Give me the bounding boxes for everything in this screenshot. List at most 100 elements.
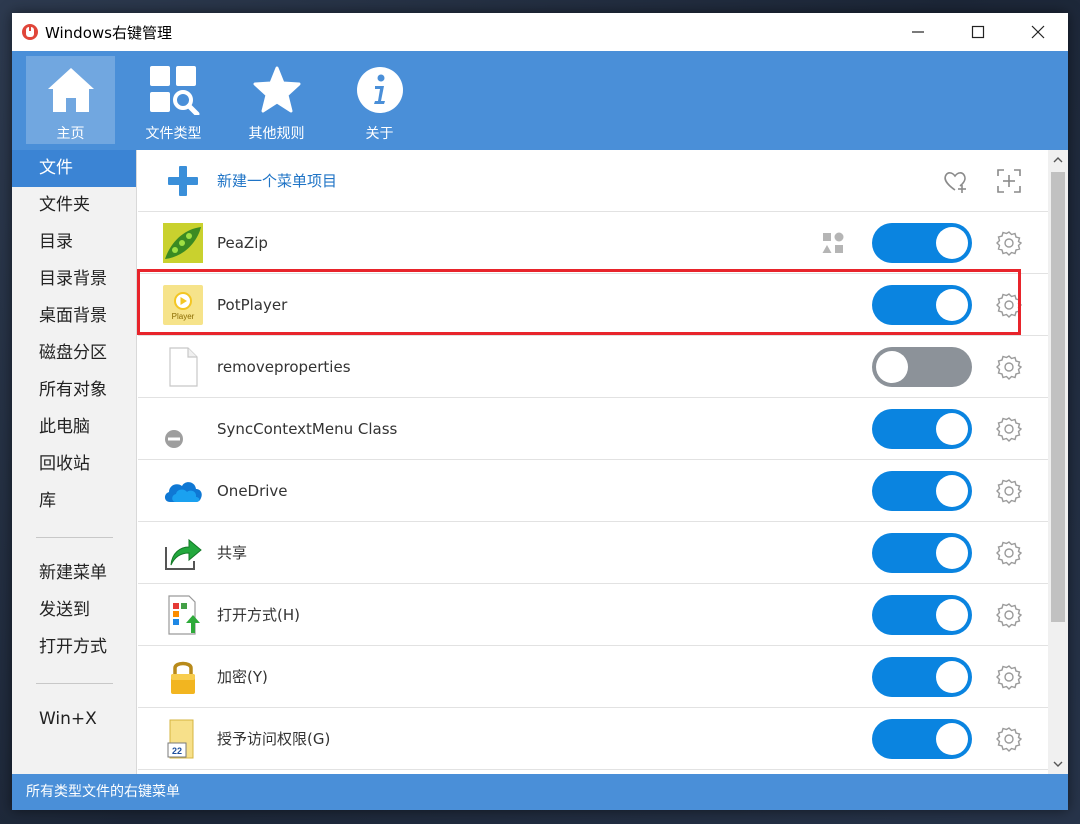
tool-label: 主页 — [56, 126, 85, 142]
shapes-icon[interactable] — [820, 230, 846, 256]
tool-home[interactable]: 主页 — [26, 56, 115, 144]
tool-about[interactable]: 关于 — [335, 56, 424, 144]
enable-toggle[interactable] — [872, 222, 972, 263]
close-button[interactable] — [1008, 13, 1068, 51]
item-label: PeaZip — [217, 233, 268, 252]
peazip-icon — [162, 222, 204, 264]
toggle-knob — [936, 226, 968, 259]
enable-toggle[interactable] — [872, 346, 972, 387]
gear-icon[interactable] — [996, 230, 1022, 256]
toggle-knob — [936, 474, 968, 507]
list-item: OneDrive — [138, 460, 1048, 522]
chevron-down-icon — [1053, 761, 1063, 767]
list-item: 打开方式(H) — [138, 584, 1048, 646]
sidebar-item-directory[interactable]: 目录 — [12, 224, 136, 261]
enable-toggle[interactable] — [872, 532, 972, 573]
potplayer-icon-text: Player — [172, 312, 195, 321]
tool-file-types[interactable]: 文件类型 — [129, 56, 218, 144]
sidebar-divider — [36, 537, 113, 538]
minimize-button[interactable] — [888, 13, 948, 51]
gear-icon[interactable] — [996, 292, 1022, 318]
app-logo-icon — [22, 24, 38, 40]
sidebar-item-win-x[interactable]: Win+X — [12, 701, 136, 738]
item-label: 打开方式(H) — [217, 606, 300, 624]
sidebar-item-new-menu[interactable]: 新建菜单 — [12, 555, 136, 592]
list-item: 共享 — [138, 522, 1048, 584]
info-icon — [354, 64, 406, 116]
sidebar-item-folder[interactable]: 文件夹 — [12, 187, 136, 224]
maximize-button[interactable] — [948, 13, 1008, 51]
list-item: 22 授予访问权限(G) — [138, 708, 1048, 770]
gear-icon[interactable] — [996, 354, 1022, 380]
scroll-down-button[interactable] — [1048, 754, 1068, 774]
vertical-scrollbar[interactable] — [1048, 150, 1068, 774]
title-bar: Windows右键管理 — [12, 13, 1068, 51]
grant-access-icon: 22 — [162, 718, 204, 760]
gear-icon[interactable] — [996, 540, 1022, 566]
open-with-icon — [162, 594, 204, 636]
gear-icon[interactable] — [996, 416, 1022, 442]
scroll-thumb[interactable] — [1051, 172, 1065, 622]
tool-label: 其他规则 — [248, 126, 305, 142]
toggle-knob — [936, 536, 968, 569]
list-item: PeaZip — [138, 212, 1048, 274]
add-plus-icon — [162, 160, 204, 202]
enable-toggle[interactable] — [872, 408, 972, 449]
favorite-add-icon[interactable] — [942, 168, 968, 194]
new-menu-item-label[interactable]: 新建一个菜单项目 — [217, 170, 337, 191]
gear-icon[interactable] — [996, 602, 1022, 628]
close-icon — [1031, 25, 1045, 39]
file-type-search-icon — [148, 64, 200, 116]
item-label: SyncContextMenu Class — [217, 419, 398, 438]
potplayer-icon: Player — [162, 284, 204, 326]
sidebar-item-send-to[interactable]: 发送到 — [12, 592, 136, 629]
item-label: 授予访问权限(G) — [217, 730, 331, 748]
toggle-knob — [936, 598, 968, 631]
enable-toggle[interactable] — [872, 284, 972, 325]
sidebar-item-open-with[interactable]: 打开方式 — [12, 629, 136, 666]
sidebar-item-library[interactable]: 库 — [12, 483, 136, 520]
toggle-knob — [936, 660, 968, 693]
minimize-icon — [912, 31, 924, 33]
item-label: 加密(Y) — [217, 668, 268, 686]
sidebar-item-file[interactable]: 文件 — [12, 150, 136, 187]
toggle-knob — [936, 722, 968, 755]
add-target-icon[interactable] — [996, 168, 1022, 194]
sidebar-item-desktop-background[interactable]: 桌面背景 — [12, 298, 136, 335]
gear-icon[interactable] — [996, 664, 1022, 690]
sidebar-item-disk-partition[interactable]: 磁盘分区 — [12, 335, 136, 372]
enable-toggle[interactable] — [872, 594, 972, 635]
enable-toggle[interactable] — [872, 656, 972, 697]
enable-toggle[interactable] — [872, 718, 972, 759]
blank-file-icon — [162, 346, 204, 388]
onedrive-cloud-icon — [162, 470, 204, 512]
menu-item-list: 新建一个菜单项目 PeaZip Player PotPlayer removep… — [138, 150, 1048, 774]
enable-toggle[interactable] — [872, 470, 972, 511]
sidebar-item-recycle-bin[interactable]: 回收站 — [12, 446, 136, 483]
tool-label: 文件类型 — [145, 126, 202, 142]
sidebar-divider — [36, 683, 113, 684]
status-bar: 所有类型文件的右键菜单 — [12, 774, 1068, 810]
home-icon — [45, 64, 97, 116]
gear-icon[interactable] — [996, 726, 1022, 752]
sidebar-item-all-objects[interactable]: 所有对象 — [12, 372, 136, 409]
window-title: Windows右键管理 — [45, 23, 172, 42]
chevron-up-icon — [1053, 157, 1063, 163]
lock-icon — [162, 656, 204, 698]
sidebar-item-this-pc[interactable]: 此电脑 — [12, 409, 136, 446]
gear-icon[interactable] — [996, 478, 1022, 504]
star-icon — [251, 64, 303, 116]
tool-label: 关于 — [365, 126, 394, 142]
main-toolbar: 主页 文件类型 其他规则 关于 — [12, 51, 1068, 150]
sidebar: 文件 文件夹 目录 目录背景 桌面背景 磁盘分区 所有对象 此电脑 回收站 库 … — [12, 150, 137, 774]
window-controls — [888, 13, 1068, 51]
toggle-knob — [876, 350, 908, 383]
toggle-knob — [936, 412, 968, 445]
tool-other-rules[interactable]: 其他规则 — [232, 56, 321, 144]
scroll-up-button[interactable] — [1048, 150, 1068, 170]
list-item: removeproperties — [138, 336, 1048, 398]
minus-circle-icon — [162, 408, 204, 450]
new-menu-item-row[interactable]: 新建一个菜单项目 — [138, 150, 1048, 212]
list-item: SyncContextMenu Class — [138, 398, 1048, 460]
sidebar-item-directory-background[interactable]: 目录背景 — [12, 261, 136, 298]
